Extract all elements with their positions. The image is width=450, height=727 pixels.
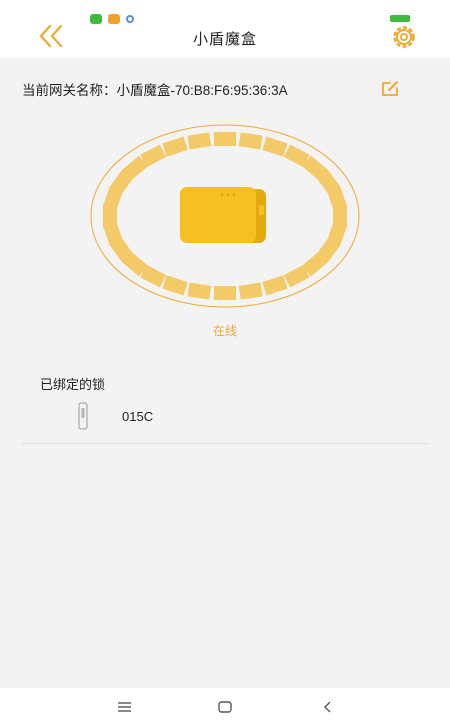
ring-segment — [214, 286, 236, 300]
ring-segment — [238, 132, 263, 150]
ring-segment — [214, 132, 236, 146]
lock-name: 015C — [122, 409, 154, 424]
lock-list-item[interactable]: 015C — [22, 398, 427, 442]
edit-icon — [382, 81, 398, 96]
ring-segment — [326, 186, 348, 212]
nav-back-button[interactable] — [318, 698, 338, 716]
back-arrow-icon — [324, 701, 331, 713]
ring-segment — [187, 282, 212, 300]
system-nav-bar — [0, 688, 450, 727]
ring-segment — [262, 275, 288, 296]
list-divider — [22, 443, 427, 444]
device-status-text: 在线 — [212, 324, 237, 338]
gateway-device-icon — [178, 185, 270, 247]
ring-segment — [262, 136, 288, 157]
ring-segment — [187, 132, 212, 150]
gear-icon — [393, 26, 415, 48]
edit-gateway-name-button[interactable] — [380, 79, 400, 97]
ring-segment — [162, 136, 188, 157]
gateway-name: 当前网关名称：小盾魔盒-70:B8:F6:95:36:3A — [22, 83, 288, 98]
home-button[interactable] — [215, 698, 235, 716]
page-title: 小盾魔盒 — [192, 31, 257, 48]
door-lock-icon — [78, 402, 88, 430]
settings-button[interactable] — [388, 22, 420, 52]
message-icon — [90, 14, 102, 24]
ring-segment — [162, 275, 188, 296]
home-icon — [218, 701, 232, 713]
notification-icon — [126, 15, 134, 23]
menu-icon — [118, 702, 131, 712]
ring-segment — [238, 282, 263, 300]
menu-button[interactable] — [115, 698, 135, 716]
app-header: 小盾魔盒 — [0, 0, 450, 58]
mail-icon — [108, 14, 120, 24]
magic-box-icon — [180, 187, 266, 243]
status-bar-icons — [90, 14, 134, 24]
bound-locks-title: 已绑定的锁 — [40, 377, 106, 392]
battery-icon — [390, 15, 410, 22]
